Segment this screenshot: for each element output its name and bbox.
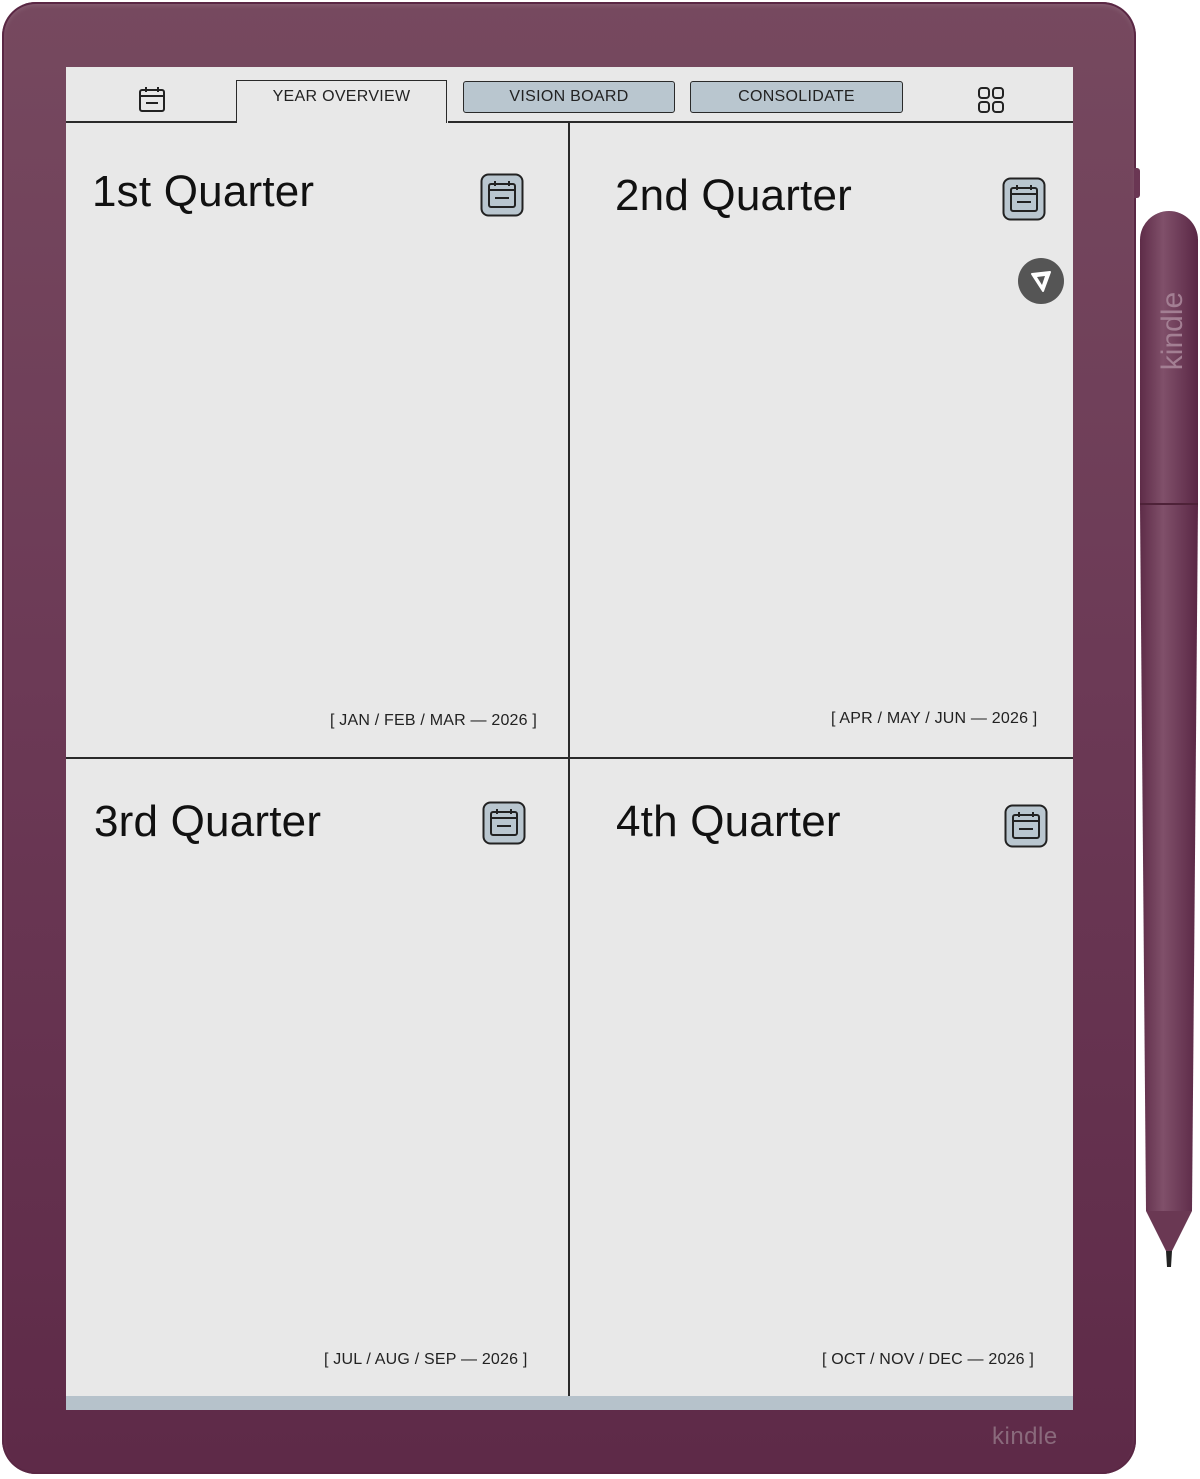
quarter-title: 2nd Quarter bbox=[615, 171, 853, 220]
tab-year-overview[interactable]: YEAR OVERVIEW bbox=[236, 80, 447, 123]
screen-bottom-strip bbox=[66, 1396, 1073, 1410]
quarter-panel-4[interactable]: 4th Quarter [ OCT / NOV / DEC — 2026 ] bbox=[570, 759, 1073, 1396]
quarter-panel-3[interactable]: 3rd Quarter [ JUL / AUG / SEP — 2026 ] bbox=[66, 759, 568, 1396]
quarter-date-range: [ APR / MAY / JUN — 2026 ] bbox=[831, 710, 1038, 727]
calendar-icon[interactable] bbox=[1004, 804, 1048, 848]
quarter-panel-2[interactable]: 2nd Quarter [ APR / MAY / JUN — 2026 ] bbox=[570, 123, 1073, 757]
quarter-date-range: [ JAN / FEB / MAR — 2026 ] bbox=[330, 712, 538, 729]
quarter-panel-1[interactable]: 1st Quarter [ JAN / FEB / MAR — 2026 ] bbox=[66, 123, 568, 757]
device-brand-logo: kindle bbox=[992, 1423, 1058, 1450]
power-button[interactable] bbox=[1134, 168, 1140, 198]
screen: YEAR OVERVIEW VISION BOARD CONSOLIDATE 1… bbox=[66, 67, 1073, 1410]
tab-consolidate[interactable]: CONSOLIDATE bbox=[690, 81, 903, 113]
quarter-title: 1st Quarter bbox=[92, 167, 315, 216]
grid-menu-icon[interactable] bbox=[977, 86, 1005, 114]
quarter-date-range: [ OCT / NOV / DEC — 2026 ] bbox=[822, 1351, 1035, 1368]
top-navigation-bar: YEAR OVERVIEW VISION BOARD CONSOLIDATE bbox=[66, 67, 1073, 123]
calendar-icon[interactable] bbox=[482, 801, 526, 845]
stylus-pen: kindle bbox=[1140, 211, 1198, 1267]
quarter-date-range: [ JUL / AUG / SEP — 2026 ] bbox=[324, 1351, 528, 1368]
pen-toolbar-button[interactable] bbox=[1018, 258, 1064, 304]
calendar-icon[interactable] bbox=[137, 85, 167, 115]
stylus-brand-label: kindle bbox=[1156, 292, 1189, 370]
quarter-title: 4th Quarter bbox=[616, 797, 841, 846]
pen-tool-icon bbox=[1031, 271, 1051, 292]
calendar-icon[interactable] bbox=[480, 173, 524, 217]
quarter-title: 3rd Quarter bbox=[94, 797, 322, 846]
calendar-icon[interactable] bbox=[1002, 177, 1046, 221]
tab-vision-board[interactable]: VISION BOARD bbox=[463, 81, 675, 113]
